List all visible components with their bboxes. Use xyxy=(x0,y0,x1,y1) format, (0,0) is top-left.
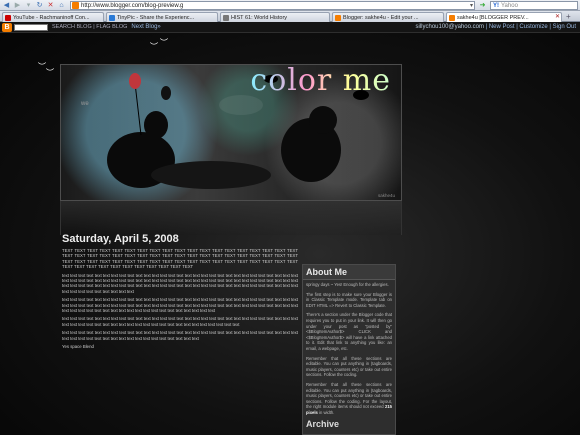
next-blog-link[interactable]: Next Blog» xyxy=(131,24,160,30)
sidebar-text: Remember that all these sections are edi… xyxy=(306,355,392,378)
header-reflection xyxy=(60,201,402,235)
sidebar-text: The first step is to make sure your Blog… xyxy=(306,291,392,308)
stop-icon[interactable]: ✕ xyxy=(46,1,55,10)
tab-history[interactable]: HIST 61: World History xyxy=(220,12,330,22)
dropdown-icon[interactable]: ▾ xyxy=(24,1,33,10)
post-paragraph: TEXT TEXT TEXT TEXT TEXT TEXT TEXT TEXT … xyxy=(62,248,298,270)
tab-youtube[interactable]: YouTube - Rachmaninoff Con... xyxy=(2,12,104,22)
blogger-navbar: B SEARCH BLOG | FLAG BLOG Next Blog» sil… xyxy=(0,22,580,33)
post-paragraph: text text text text text text text text … xyxy=(62,316,298,327)
tab-bar: YouTube - Rachmaninoff Con... TinyPic - … xyxy=(0,11,580,22)
close-tab-icon[interactable]: ✕ xyxy=(555,14,560,21)
sidebar: About Me springy days ~ Yes! Enough for … xyxy=(302,264,396,435)
tab-label: Blogger: sakhe4u - Edit your ... xyxy=(343,14,419,21)
sidebar-text: Remember that all these sections are edi… xyxy=(303,380,395,418)
home-icon[interactable]: ⌂ xyxy=(57,1,66,10)
page-icon xyxy=(223,14,229,21)
tab-label: TinyPic - Share the Experienc... xyxy=(117,14,195,21)
search-placeholder: Yahoo xyxy=(501,2,518,9)
post-paragraph: text text text text text text text text … xyxy=(62,297,298,314)
header-credit: sakhe4u xyxy=(377,193,395,198)
tab-label: sakhe4u [BLOGGER PREV... xyxy=(457,14,529,21)
sidebar-next-title: Archive xyxy=(306,419,340,430)
browser-window: ◀ ▶ ▾ ↻ ✕ ⌂ http://www.blogger.com/blog-… xyxy=(0,0,580,435)
reload-icon[interactable]: ↻ xyxy=(35,1,44,10)
main-column: Saturday, April 5, 2008 TEXT TEXT TEXT T… xyxy=(60,232,300,402)
date-header: Saturday, April 5, 2008 xyxy=(62,233,179,245)
bird-icon: ︶ xyxy=(38,62,46,71)
blogger-favicon-icon xyxy=(72,2,79,9)
sidebar-text-end: in width. xyxy=(317,409,335,415)
account-links: sillychou100@yahoo.com | New Post | Cust… xyxy=(415,24,576,30)
url-dropdown-icon[interactable]: ▾ xyxy=(470,2,473,9)
blogger-logo-icon[interactable]: B xyxy=(2,22,12,32)
bird-icon: ︶ xyxy=(46,68,54,77)
blogger-icon xyxy=(449,14,455,21)
blog-title[interactable]: color me xyxy=(250,65,391,98)
forward-icon[interactable]: ▶ xyxy=(13,1,22,10)
blogger-icon xyxy=(335,14,341,21)
new-tab-icon[interactable]: + xyxy=(566,12,571,21)
svg-text:we: we xyxy=(80,101,89,107)
browser-toolbar: ◀ ▶ ▾ ↻ ✕ ⌂ http://www.blogger.com/blog-… xyxy=(0,0,580,11)
header-image[interactable]: we color me sakhe4u xyxy=(60,64,402,201)
tab-blogger-preview[interactable]: sakhe4u [BLOGGER PREV... ✕ xyxy=(446,12,562,22)
blog-search-links[interactable]: SEARCH BLOG | FLAG BLOG xyxy=(52,24,127,30)
sidebar-text: springy days ~ Yes! Enough for the aller… xyxy=(306,282,389,287)
go-icon[interactable]: ➜ xyxy=(478,1,487,10)
back-icon[interactable]: ◀ xyxy=(2,1,11,10)
user-email: sillychou100@yahoo.com xyxy=(415,24,484,30)
post-footer: Yes space Blend xyxy=(62,344,94,350)
post-paragraph: text text text text text text text text … xyxy=(62,330,298,341)
new-post-customize-signout-links[interactable]: | New Post | Customize | Sign Out xyxy=(484,24,576,30)
sidebar-text-part: Remember that all these sections are edi… xyxy=(306,381,392,410)
url-text: http://www.blogger.com/blog-preview.g xyxy=(81,2,184,9)
tab-tinypic[interactable]: TinyPic - Share the Experienc... xyxy=(106,12,218,22)
tab-label: YouTube - Rachmaninoff Con... xyxy=(13,14,90,21)
tinypic-icon xyxy=(109,14,115,21)
search-input[interactable]: Y! Yahoo xyxy=(490,1,578,10)
blog-search-input[interactable] xyxy=(14,23,48,31)
sidebar-title: About Me xyxy=(303,265,395,280)
post-paragraph: text text text text text text text text … xyxy=(62,272,298,294)
sidebar-text: There's a section under the Blogger code… xyxy=(306,312,392,351)
search-engine-icon[interactable]: Y! xyxy=(493,3,499,9)
address-bar[interactable]: http://www.blogger.com/blog-preview.g ▾ xyxy=(70,1,475,10)
youtube-icon xyxy=(5,14,11,21)
tab-blogger-edit[interactable]: Blogger: sakhe4u - Edit your ... xyxy=(332,12,444,22)
tab-label: HIST 61: World History xyxy=(231,14,288,21)
bird-icon: ︶ xyxy=(150,42,158,51)
bird-icon: ︶ xyxy=(160,38,168,47)
